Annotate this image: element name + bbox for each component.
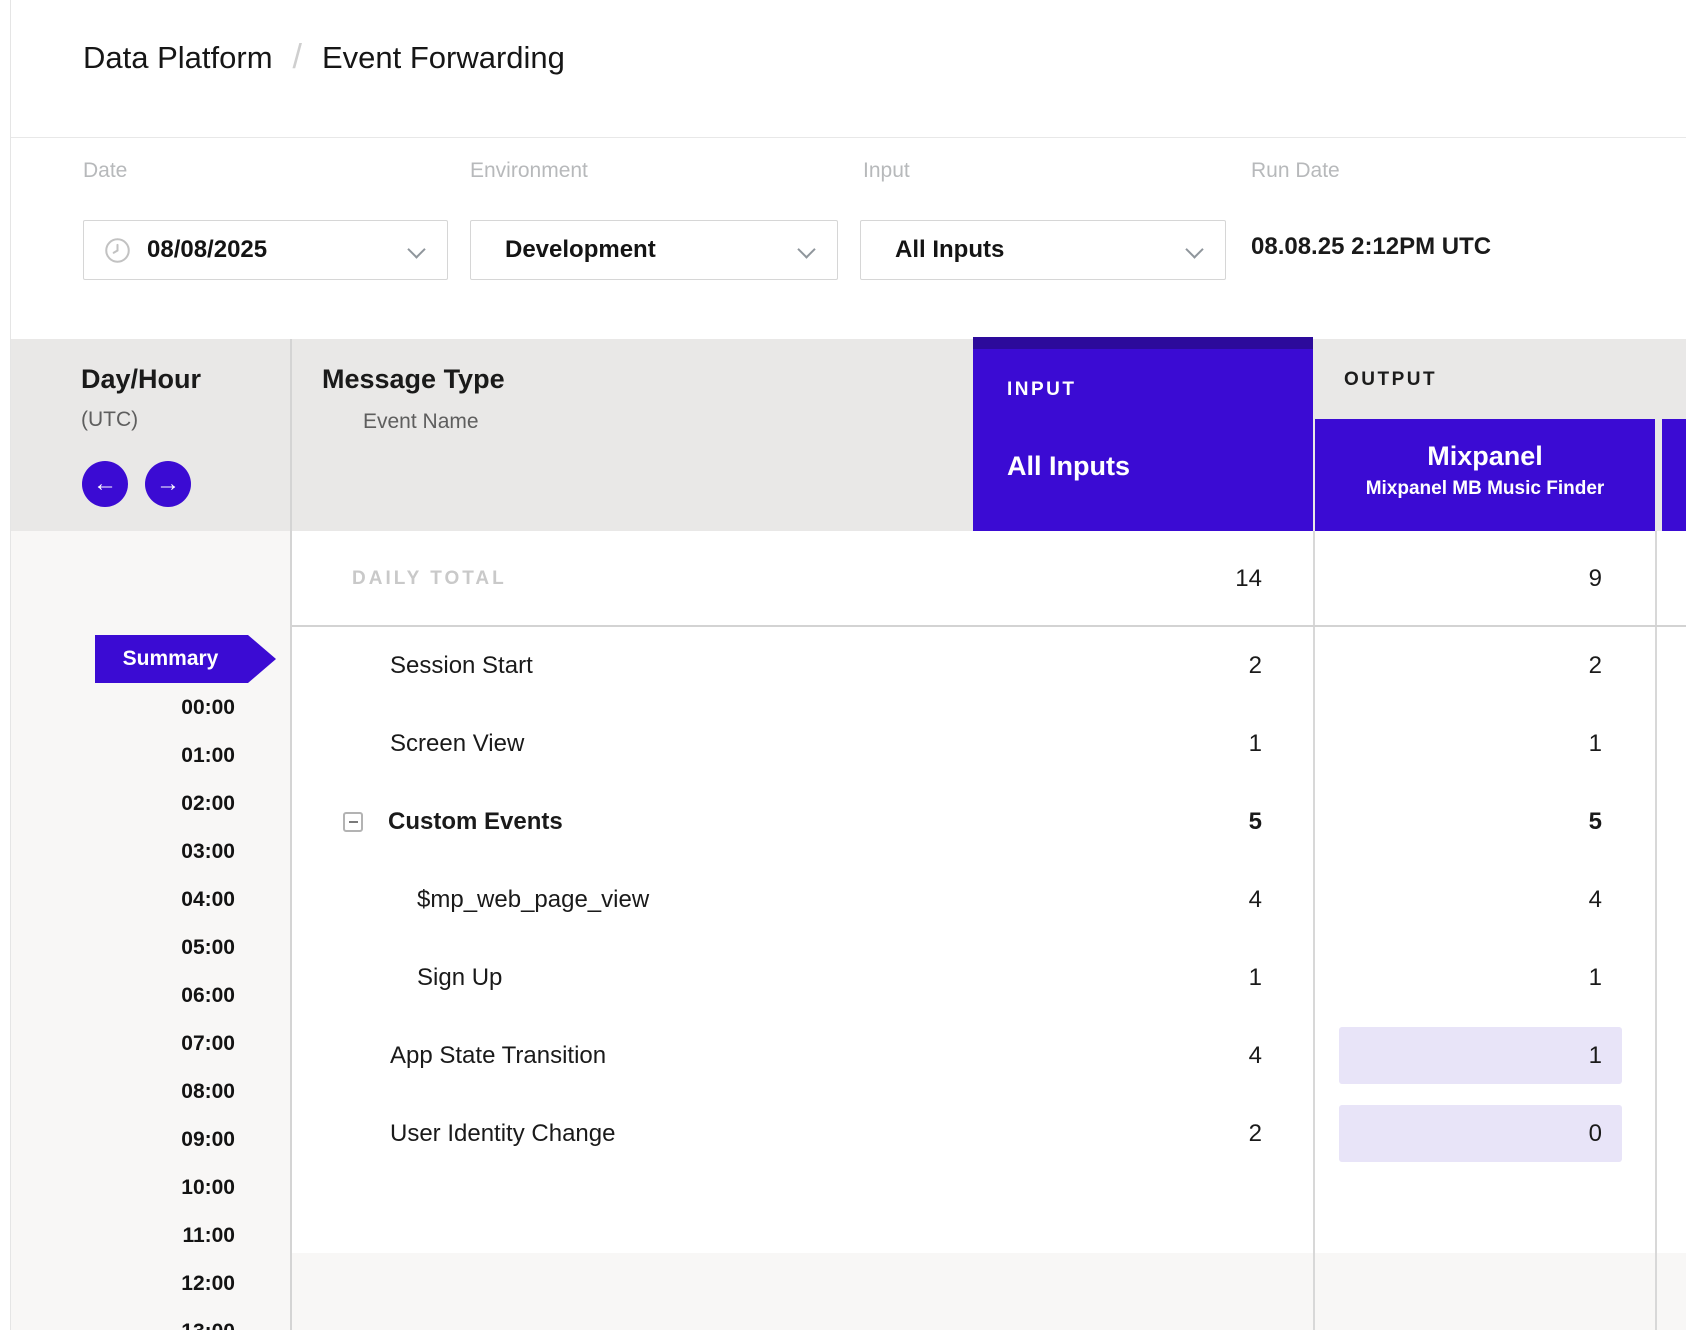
table-row: Session Start 2 2 (290, 627, 1686, 705)
mixpanel-subtitle: Mixpanel MB Music Finder (1315, 478, 1655, 500)
input-count: 2 (1062, 1095, 1262, 1173)
hour-label[interactable]: 04:00 (11, 876, 235, 924)
header-divider (11, 137, 1686, 138)
hour-label[interactable]: 11:00 (11, 1212, 235, 1260)
daily-total-row: DAILY TOTAL 14 9 (290, 531, 1686, 627)
input-value: All Inputs (895, 236, 1004, 264)
collapse-toggle-icon[interactable] (343, 812, 363, 832)
run-date-value: 08.08.25 2:12PM UTC (1251, 233, 1491, 261)
input-count: 5 (1062, 783, 1262, 861)
chevron-down-icon (797, 240, 815, 258)
breadcrumb-separator-icon: / (293, 38, 302, 77)
date-value: 08/08/2025 (147, 236, 267, 264)
mixpanel-column-header[interactable]: Mixpanel Mixpanel MB Music Finder (1315, 419, 1655, 531)
event-forwarding-page: Data Platform / Event Forwarding Date En… (0, 0, 1686, 1330)
environment-select[interactable]: Development (470, 220, 838, 280)
table-row: Sign Up 1 1 (290, 939, 1686, 1017)
chevron-down-icon (407, 240, 425, 258)
input-select[interactable]: All Inputs (860, 220, 1226, 280)
daily-total-output-value: 9 (1402, 531, 1602, 627)
input-count: 4 (1062, 1017, 1262, 1095)
environment-value: Development (505, 236, 656, 264)
event-name-subtitle: Event Name (363, 410, 479, 434)
arrow-left-icon: ← (93, 470, 117, 497)
output-count: 0 (1402, 1095, 1602, 1173)
event-name: Session Start (390, 627, 533, 705)
output-count: 1 (1402, 705, 1602, 783)
event-name: User Identity Change (390, 1095, 615, 1173)
table-row: User Identity Change 2 0 (290, 1095, 1686, 1173)
message-type-title: Message Type (322, 364, 505, 395)
event-name: App State Transition (390, 1017, 606, 1095)
hour-label[interactable]: 03:00 (11, 828, 235, 876)
prev-day-button[interactable]: ← (82, 461, 128, 507)
daily-total-input-value: 14 (1062, 531, 1262, 627)
breadcrumb: Data Platform / Event Forwarding (83, 38, 565, 77)
hour-label[interactable]: 09:00 (11, 1116, 235, 1164)
daily-total-label: DAILY TOTAL (352, 531, 507, 627)
input-count: 4 (1062, 861, 1262, 939)
input-count: 1 (1062, 939, 1262, 1017)
input-filter-label: Input (863, 158, 910, 184)
input-count: 2 (1062, 627, 1262, 705)
hour-label[interactable]: 00:00 (11, 684, 235, 732)
footer-band (290, 1253, 1686, 1330)
hour-label[interactable]: 05:00 (11, 924, 235, 972)
output-count: 5 (1402, 783, 1602, 861)
chevron-down-icon (1185, 240, 1203, 258)
hour-label[interactable]: 08:00 (11, 1068, 235, 1116)
day-hour-subtitle: (UTC) (81, 408, 138, 432)
date-filter-label: Date (83, 158, 127, 184)
output-section-label: OUTPUT (1344, 369, 1437, 391)
run-date-label: Run Date (1251, 158, 1340, 184)
date-select[interactable]: 08/08/2025 (83, 220, 448, 280)
table-row: Screen View 1 1 (290, 705, 1686, 783)
hour-list: 00:0001:0002:0003:0004:0005:0006:0007:00… (11, 684, 235, 1330)
table-row: Custom Events 5 5 (290, 783, 1686, 861)
page-title: Event Forwarding (322, 40, 565, 76)
input-column-header: INPUT All Inputs (973, 337, 1313, 531)
hour-label[interactable]: 13:00 (11, 1308, 235, 1330)
output-count: 1 (1402, 939, 1602, 1017)
event-name: Sign Up (417, 939, 502, 1017)
event-rows: Session Start 2 2 Screen View 1 1 Custom… (290, 627, 1686, 1173)
next-output-column-header (1662, 419, 1686, 531)
event-name: Screen View (390, 705, 524, 783)
hour-label[interactable]: 10:00 (11, 1164, 235, 1212)
hour-label[interactable]: 06:00 (11, 972, 235, 1020)
output-count: 4 (1402, 861, 1602, 939)
hour-label[interactable]: 07:00 (11, 1020, 235, 1068)
breadcrumb-data-platform[interactable]: Data Platform (83, 40, 273, 76)
mixpanel-title: Mixpanel (1315, 441, 1655, 472)
arrow-right-icon: → (156, 470, 180, 497)
hour-label[interactable]: 01:00 (11, 732, 235, 780)
day-hour-title: Day/Hour (81, 364, 201, 395)
output-count: 2 (1402, 627, 1602, 705)
summary-tab[interactable]: Summary (95, 635, 276, 683)
table-row: $mp_web_page_view 4 4 (290, 861, 1686, 939)
hour-label[interactable]: 12:00 (11, 1260, 235, 1308)
table-row: App State Transition 4 1 (290, 1017, 1686, 1095)
minus-icon (349, 821, 358, 823)
input-column-title: All Inputs (1007, 451, 1130, 482)
event-name: $mp_web_page_view (417, 861, 649, 939)
hour-label[interactable]: 02:00 (11, 780, 235, 828)
event-name: Custom Events (388, 783, 563, 861)
input-section-label: INPUT (1007, 379, 1077, 401)
output-count: 1 (1402, 1017, 1602, 1095)
input-count: 1 (1062, 705, 1262, 783)
clock-icon (104, 237, 131, 264)
environment-filter-label: Environment (470, 158, 588, 184)
next-day-button[interactable]: → (145, 461, 191, 507)
